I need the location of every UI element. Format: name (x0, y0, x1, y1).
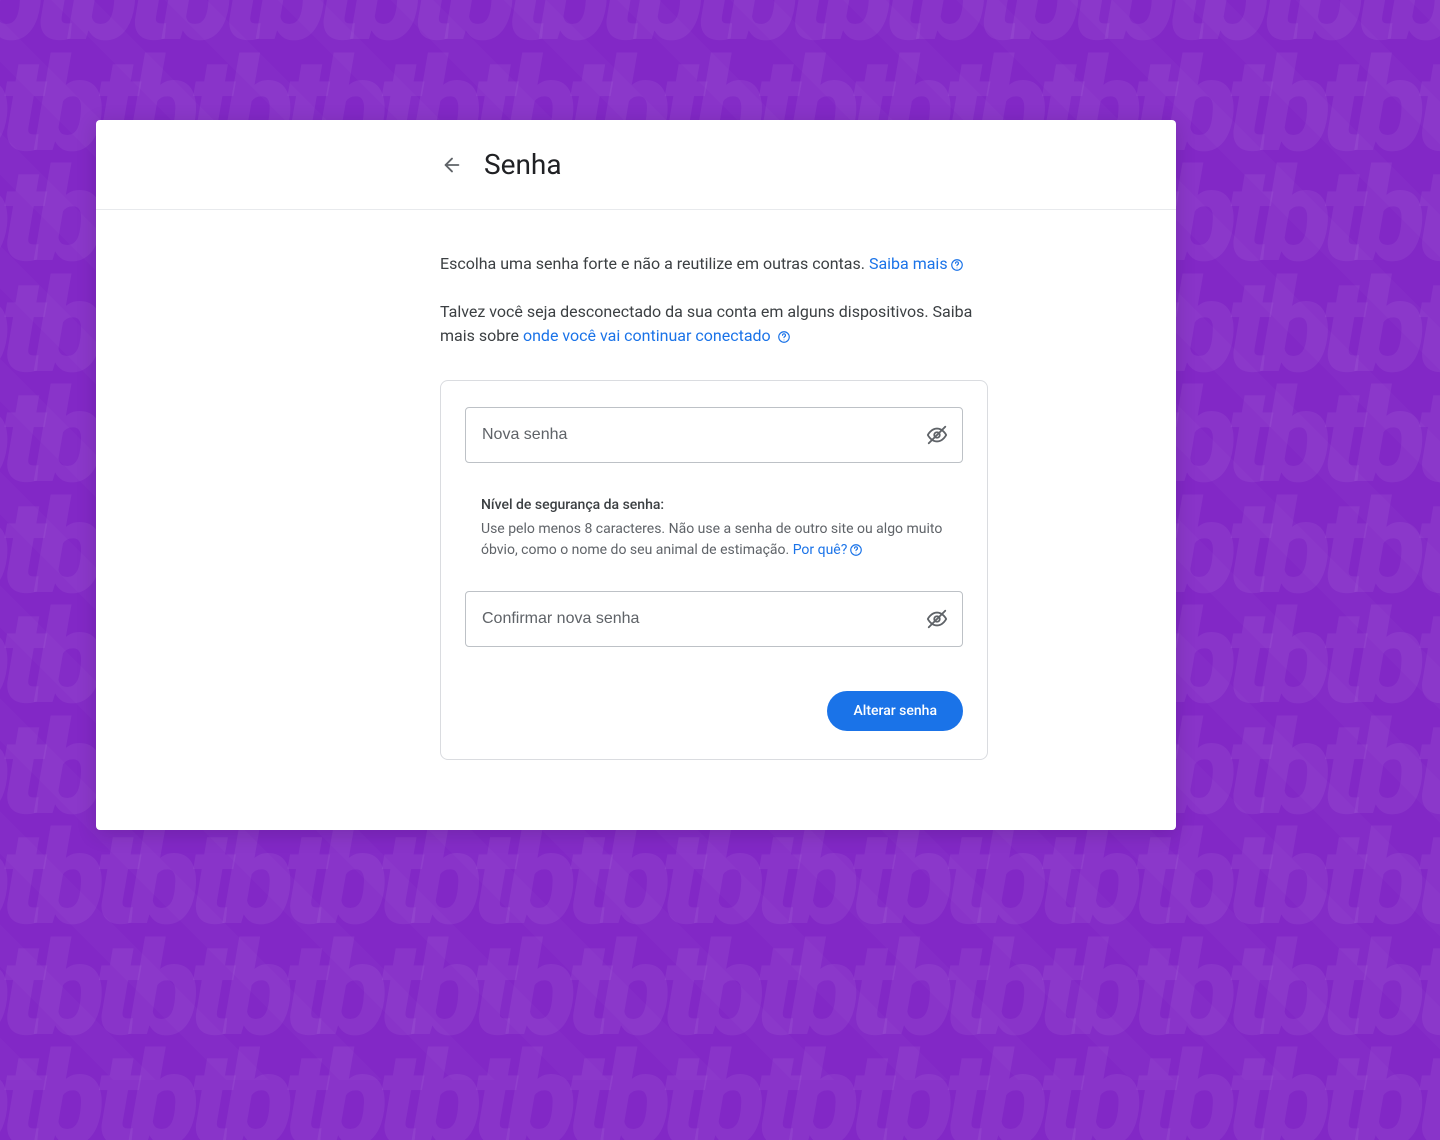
new-password-input[interactable] (482, 426, 914, 444)
settings-panel: Senha Escolha uma senha forte e não a re… (96, 120, 1176, 830)
toggle-visibility-icon[interactable] (926, 424, 948, 446)
help-icon (849, 543, 863, 557)
learn-more-link[interactable]: Saiba mais (869, 254, 964, 273)
panel-header: Senha (96, 120, 1176, 210)
why-link[interactable]: Por quê? (793, 542, 864, 558)
stay-signed-link[interactable]: onde você vai continuar conectado (523, 326, 791, 345)
intro-line-1: Escolha uma senha forte e não a reutiliz… (440, 252, 996, 276)
page-title: Senha (484, 148, 562, 181)
confirm-password-input[interactable] (482, 610, 914, 628)
help-icon (950, 258, 964, 272)
intro-line-1-text: Escolha uma senha forte e não a reutiliz… (440, 254, 869, 273)
stay-signed-label: onde você vai continuar conectado (523, 326, 771, 345)
help-icon (777, 330, 791, 344)
intro-line-2: Talvez você seja desconectado da sua con… (440, 300, 996, 348)
content-area: Escolha uma senha forte e não a reutiliz… (96, 210, 996, 760)
toggle-visibility-icon[interactable] (926, 608, 948, 630)
change-password-button[interactable]: Alterar senha (827, 691, 963, 731)
strength-desc-text: Use pelo menos 8 caracteres. Não use a s… (481, 521, 942, 558)
confirm-password-field-wrapper (465, 591, 963, 647)
learn-more-label: Saiba mais (869, 254, 948, 273)
password-strength-block: Nível de segurança da senha: Use pelo me… (481, 497, 947, 561)
why-link-label: Por quê? (793, 542, 848, 558)
strength-title: Nível de segurança da senha: (481, 497, 947, 513)
strength-description: Use pelo menos 8 caracteres. Não use a s… (481, 519, 947, 561)
password-form-card: Nível de segurança da senha: Use pelo me… (440, 380, 988, 760)
button-row: Alterar senha (465, 691, 963, 731)
new-password-field-wrapper (465, 407, 963, 463)
back-arrow-icon[interactable] (440, 153, 464, 177)
